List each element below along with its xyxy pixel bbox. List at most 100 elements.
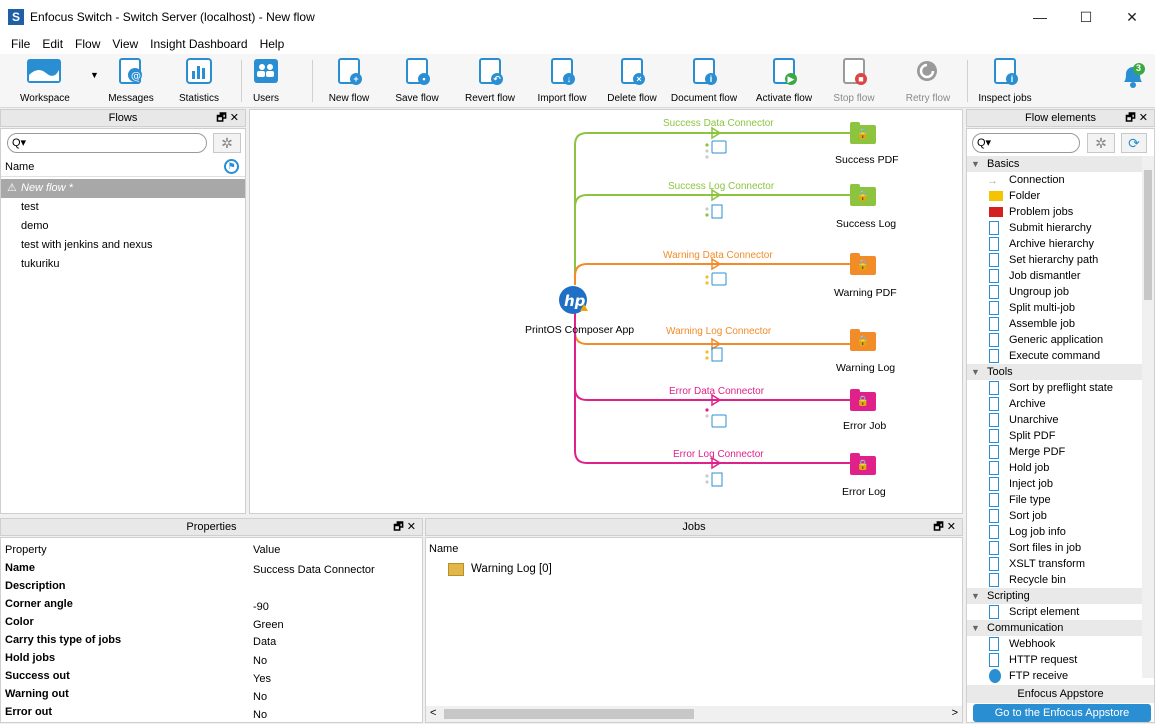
connector-label[interactable]: Warning Log Connector [666, 326, 771, 337]
element-item[interactable]: Job dismantler [967, 268, 1142, 284]
scrollbar-thumb[interactable] [444, 709, 694, 719]
delete-flow-button[interactable]: × Delete flow [604, 58, 660, 106]
connector-label[interactable]: Error Log Connector [673, 449, 764, 460]
element-item[interactable]: Assemble job [967, 316, 1142, 332]
vertical-scrollbar[interactable] [1142, 156, 1154, 678]
flow-item[interactable]: demo [1, 217, 239, 236]
element-item[interactable]: Archive hierarchy [967, 236, 1142, 252]
scrollbar-thumb[interactable] [1144, 170, 1152, 300]
element-item[interactable]: XSLT transform [967, 556, 1142, 572]
collapse-icon[interactable]: ▼ [971, 588, 980, 604]
inspect-jobs-button[interactable]: i Inspect jobs [976, 58, 1034, 106]
element-item[interactable]: Script element [967, 604, 1142, 620]
menu-view[interactable]: View [111, 37, 139, 51]
property-value[interactable]: No [253, 706, 267, 724]
element-item[interactable]: Log job info [967, 524, 1142, 540]
element-item[interactable]: Unarchive [967, 412, 1142, 428]
property-row[interactable]: Color Green [1, 613, 419, 631]
flows-search-input[interactable]: Q▾ [7, 133, 207, 153]
job-item[interactable]: Warning Log [0] [448, 562, 648, 580]
collapse-icon[interactable]: ▼ [971, 364, 980, 380]
property-row[interactable]: Warning out No [1, 685, 419, 703]
element-item[interactable]: Sort by preflight state [967, 380, 1142, 396]
collapse-icon[interactable]: ▼ [971, 156, 980, 172]
flow-filter-icon[interactable]: ⚑ [224, 159, 239, 174]
element-item[interactable]: Split PDF [967, 428, 1142, 444]
jobs-panel-controls[interactable]: 🗗 ✕ [933, 519, 956, 536]
refresh-icon[interactable]: ⟳ [1121, 133, 1147, 153]
connector-label[interactable]: Error Data Connector [669, 386, 764, 397]
folder-lock-icon[interactable]: 🔒 [850, 329, 876, 351]
menu-help[interactable]: Help [259, 37, 286, 51]
maximize-button[interactable]: ☐ [1063, 0, 1109, 34]
elements-search-input[interactable]: Q▾ [972, 133, 1080, 153]
save-flow-button[interactable]: ▪ Save flow [390, 58, 444, 106]
menu-edit[interactable]: Edit [41, 37, 64, 51]
connector-label[interactable]: Warning Data Connector [663, 250, 773, 261]
element-item[interactable]: Split multi-job [967, 300, 1142, 316]
element-item[interactable]: File type [967, 492, 1142, 508]
properties-panel-controls[interactable]: 🗗 ✕ [393, 519, 416, 536]
minimize-button[interactable]: — [1017, 0, 1063, 34]
revert-flow-button[interactable]: ↶ Revert flow [462, 58, 518, 106]
flow-item[interactable]: test with jenkins and nexus [1, 236, 239, 255]
flows-column-header[interactable]: Name ⚑ [1, 157, 245, 177]
section-tools[interactable]: ▼ Tools [967, 364, 1154, 380]
scroll-left-icon[interactable]: < [430, 707, 436, 719]
section-basics[interactable]: ▼ Basics [967, 156, 1154, 172]
element-item[interactable]: Sort job [967, 508, 1142, 524]
element-item[interactable]: Set hierarchy path [967, 252, 1142, 268]
hp-app-icon[interactable]: hp [558, 285, 592, 319]
elements-gear-icon[interactable]: ✲ [1087, 133, 1115, 153]
flow-item[interactable]: ⚠ New flow * [1, 179, 245, 198]
property-row[interactable]: Success out Yes [1, 667, 419, 685]
element-item[interactable]: → Connection [967, 172, 1142, 188]
element-item[interactable]: HTTP request [967, 652, 1142, 668]
retry-flow-button[interactable]: Retry flow [900, 58, 956, 106]
messages-button[interactable]: @ Messages [103, 58, 159, 106]
horizontal-scrollbar[interactable]: < > [426, 706, 962, 722]
connector-label[interactable]: Success Data Connector [663, 118, 774, 129]
element-item[interactable]: Execute command [967, 348, 1142, 364]
property-row[interactable]: Name Success Data Connector [1, 559, 419, 577]
folder-lock-icon[interactable]: 🔒 [850, 389, 876, 411]
element-item[interactable]: Archive [967, 396, 1142, 412]
statistics-button[interactable]: Statistics [171, 58, 227, 106]
element-item[interactable]: Submit hierarchy [967, 220, 1142, 236]
section-communication[interactable]: ▼ Communication [967, 620, 1154, 636]
property-row[interactable]: Corner angle -90 [1, 595, 419, 613]
document-flow-button[interactable]: i Document flow [668, 58, 740, 106]
menu-file[interactable]: File [10, 37, 31, 51]
property-row[interactable]: Description [1, 577, 419, 595]
folder-lock-icon[interactable]: 🔒 [850, 122, 876, 144]
workspace-button[interactable]: ▼ Workspace [12, 58, 99, 106]
element-item[interactable]: Merge PDF [967, 444, 1142, 460]
flows-panel-controls[interactable]: 🗗 ✕ [216, 110, 239, 127]
collapse-icon[interactable]: ▼ [971, 620, 980, 636]
flow-canvas[interactable]: hp PrintOS Composer App Success Data Con… [249, 109, 963, 514]
folder-lock-icon[interactable]: 🔒 [850, 253, 876, 275]
element-item[interactable]: Webhook [967, 636, 1142, 652]
flow-item[interactable]: test [1, 198, 239, 217]
element-item[interactable]: Problem jobs [967, 204, 1142, 220]
appstore-button[interactable]: Go to the Enfocus Appstore [973, 704, 1151, 722]
flows-gear-icon[interactable]: ✲ [213, 133, 241, 153]
element-item[interactable]: Folder [967, 188, 1142, 204]
property-row[interactable]: Hold jobs No [1, 649, 419, 667]
flow-item[interactable]: tukuriku [1, 255, 239, 274]
element-item[interactable]: Inject job [967, 476, 1142, 492]
import-flow-button[interactable]: ↓ Import flow [532, 58, 592, 106]
activate-flow-button[interactable]: ▶ Activate flow [752, 58, 816, 106]
users-button[interactable]: Users [246, 58, 286, 106]
menu-flow[interactable]: Flow [74, 37, 101, 51]
workspace-dropdown-icon[interactable]: ▼ [90, 70, 99, 80]
element-item[interactable]: Ungroup job [967, 284, 1142, 300]
element-item[interactable]: Sort files in job [967, 540, 1142, 556]
element-item[interactable]: Recycle bin [967, 572, 1142, 588]
element-item[interactable]: FTP receive [967, 668, 1142, 684]
new-flow-button[interactable]: + New flow [322, 58, 376, 106]
element-item[interactable]: Hold job [967, 460, 1142, 476]
element-item[interactable]: Generic application [967, 332, 1142, 348]
section-scripting[interactable]: ▼ Scripting [967, 588, 1154, 604]
scroll-right-icon[interactable]: > [952, 707, 958, 719]
